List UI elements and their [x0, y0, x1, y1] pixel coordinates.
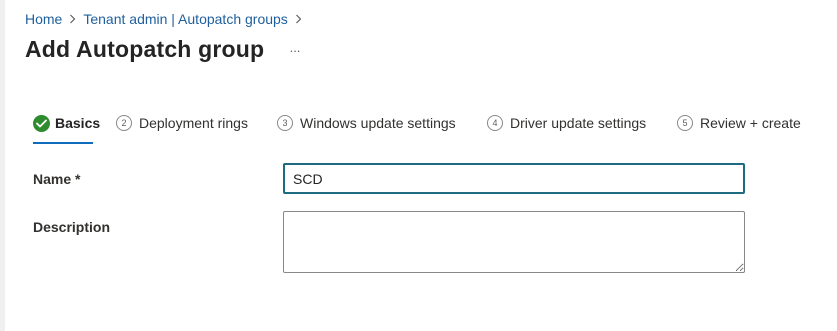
tab-review-create[interactable]: 5 Review + create — [677, 112, 801, 134]
more-options-button[interactable]: ... — [286, 41, 304, 58]
chevron-right-icon — [295, 14, 302, 24]
step-number-badge: 5 — [677, 115, 693, 131]
tab-label: Basics — [55, 115, 101, 131]
add-autopatch-group-page: Home Tenant admin | Autopatch groups Add… — [0, 0, 837, 331]
tab-label: Windows update settings — [300, 115, 456, 131]
active-tab-indicator — [33, 142, 93, 144]
tab-basics[interactable]: Basics — [33, 112, 100, 134]
breadcrumb-autopatch-groups-link[interactable]: Tenant admin | Autopatch groups — [83, 11, 287, 27]
left-edge-divider — [0, 0, 5, 331]
description-field-label: Description — [33, 219, 111, 235]
breadcrumb: Home Tenant admin | Autopatch groups — [25, 10, 309, 28]
step-number-badge: 4 — [487, 115, 503, 131]
step-number-badge: 3 — [277, 115, 293, 131]
check-circle-icon — [33, 114, 50, 132]
tab-label: Deployment rings — [139, 115, 248, 131]
tab-windows-update-settings[interactable]: 3 Windows update settings — [277, 112, 456, 134]
description-field[interactable] — [283, 211, 745, 273]
tab-deployment-rings[interactable]: 2 Deployment rings — [116, 112, 248, 134]
name-field[interactable] — [283, 163, 745, 194]
page-title: Add Autopatch group — [25, 36, 265, 62]
tab-label: Review + create — [700, 115, 801, 131]
tab-label: Driver update settings — [510, 115, 647, 131]
name-field-label: Name * — [33, 171, 81, 187]
tab-driver-update-settings[interactable]: 4 Driver update settings — [487, 112, 646, 134]
breadcrumb-home-link[interactable]: Home — [25, 11, 62, 27]
step-number-badge: 2 — [116, 115, 132, 131]
chevron-right-icon — [69, 14, 76, 24]
wizard-tabs: Basics 2 Deployment rings 3 Windows upda… — [33, 112, 833, 146]
